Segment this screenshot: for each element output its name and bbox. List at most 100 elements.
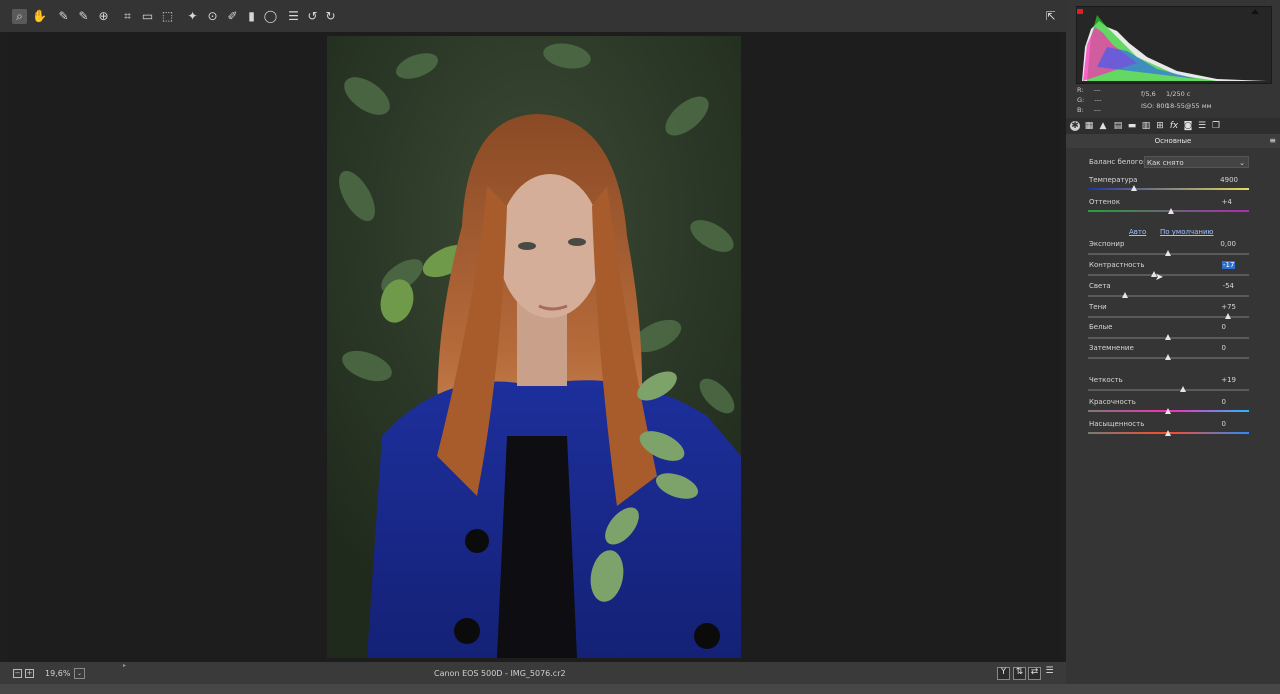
tab-hsl-icon[interactable]: ▤ — [1113, 121, 1123, 131]
tool-bar: ⌕ ✋ ✎ ✎ ⊕ ⌗ ▭ ⬚ ✦ ⊙ ✐ ▮ ◯ ☰ ↺ ↻ ⇱ — [0, 0, 1066, 32]
slider-value-highlights[interactable]: -54 — [1194, 282, 1234, 290]
slider-value-whites[interactable]: 0 — [1186, 323, 1226, 331]
rotate-right-icon[interactable]: ↻ — [323, 9, 338, 24]
white-balance-tool-icon[interactable]: ✎ — [56, 9, 71, 24]
tab-basic-icon[interactable]: ✱ — [1070, 121, 1080, 131]
slider-label-blacks: Затемнение — [1089, 344, 1134, 352]
dialog-footer — [0, 684, 1280, 694]
tab-effects-icon[interactable]: fx — [1169, 121, 1179, 131]
panel-tabs: ✱ ▦ ▲ ▤ ▬ ▥ ⊞ fx ◙ ☰ ❐ — [1066, 118, 1280, 134]
temperature-slider-thumb[interactable] — [1131, 185, 1138, 191]
aperture-readout: f/5,6 — [1141, 90, 1156, 98]
section-title: Основные — [1154, 137, 1192, 145]
slider-value-clarity[interactable]: +19 — [1196, 376, 1236, 384]
shadow-clipping-warning-icon[interactable] — [1077, 9, 1083, 14]
tab-transform-icon[interactable]: ⊞ — [1155, 121, 1165, 131]
portrait-photo — [327, 36, 741, 658]
slider-value-shadows[interactable]: +75 — [1196, 303, 1236, 311]
white-balance-label: Баланс белого: — [1089, 158, 1146, 166]
shutter-readout: 1/250 с — [1166, 90, 1191, 98]
zoom-level[interactable]: 19,6% — [45, 669, 70, 678]
zoom-dropdown-icon[interactable]: ⌄ — [74, 668, 85, 679]
fullscreen-toggle-icon[interactable]: ⇱ — [1043, 9, 1058, 24]
slider-label-tint: Оттенок — [1089, 198, 1121, 206]
exposure-slider-thumb[interactable] — [1165, 250, 1171, 256]
tab-snapshots-icon[interactable]: ❐ — [1211, 121, 1221, 131]
color-sampler-tool-icon[interactable]: ✎ — [76, 9, 91, 24]
red-eye-tool-icon[interactable]: ⊙ — [205, 9, 220, 24]
tab-detail-icon[interactable]: ▲ — [1098, 121, 1108, 131]
rgb-readout-r: R: --- — [1077, 86, 1101, 94]
vibrance-slider-thumb[interactable] — [1165, 408, 1171, 414]
slider-value-saturation[interactable]: 0 — [1186, 420, 1226, 428]
collapse-marker-icon: ▸ — [123, 662, 127, 669]
tab-presets-icon[interactable]: ☰ — [1197, 121, 1207, 131]
compare-view-button[interactable]: Y — [997, 667, 1010, 680]
clarity-slider-track[interactable] — [1088, 389, 1249, 391]
rotate-left-icon[interactable]: ↺ — [305, 9, 320, 24]
highlights-slider-thumb[interactable] — [1121, 292, 1128, 298]
tab-split-toning-icon[interactable]: ▬ — [1127, 121, 1137, 131]
slider-label-shadows: Тени — [1089, 303, 1107, 311]
mouse-cursor-icon: ➤ — [1155, 272, 1164, 283]
whites-slider-thumb[interactable] — [1165, 334, 1171, 340]
temperature-slider-track[interactable] — [1088, 188, 1249, 190]
zoom-tool-icon[interactable]: ⌕ — [12, 9, 27, 24]
rgb-readout-g: G: --- — [1077, 96, 1102, 104]
slider-value-vibrance[interactable]: 0 — [1186, 398, 1226, 406]
zoom-in-button[interactable]: + — [25, 669, 34, 678]
default-link[interactable]: По умолчанию — [1160, 228, 1213, 236]
graduated-filter-tool-icon[interactable]: ▮ — [244, 9, 259, 24]
rgb-readout-b: B: --- — [1077, 106, 1101, 114]
adjustment-brush-tool-icon[interactable]: ✐ — [225, 9, 240, 24]
white-balance-select[interactable]: Как снято ⌄ — [1144, 156, 1249, 168]
radial-filter-tool-icon[interactable]: ◯ — [263, 9, 278, 24]
tab-lens-corrections-icon[interactable]: ▥ — [1141, 121, 1151, 131]
panel-menu-icon[interactable]: ≡ — [1269, 134, 1276, 148]
chevron-down-icon: ⌄ — [1239, 159, 1245, 167]
targeted-adjustment-tool-icon[interactable]: ⊕ — [96, 9, 111, 24]
copy-settings-icon[interactable]: ⇄ — [1028, 667, 1041, 680]
tab-camera-calibration-icon[interactable]: ◙ — [1183, 121, 1193, 131]
blacks-slider-thumb[interactable] — [1165, 354, 1171, 360]
section-header: Основные ≡ — [1066, 134, 1280, 148]
iso-readout: ISO: 800 — [1141, 102, 1169, 110]
straighten-tool-icon[interactable]: ▭ — [140, 9, 155, 24]
shadows-slider-thumb[interactable] — [1225, 313, 1232, 319]
tint-slider-thumb[interactable] — [1168, 208, 1175, 214]
spot-removal-tool-icon[interactable]: ✦ — [185, 9, 200, 24]
slider-value-temperature[interactable]: 4900 — [1198, 176, 1238, 184]
file-info: Canon EOS 500D - IMG_5076.cr2 — [434, 669, 566, 678]
highlights-slider-track[interactable] — [1088, 295, 1249, 297]
zoom-out-button[interactable]: − — [13, 669, 22, 678]
view-settings-icon[interactable]: ☰ — [1044, 667, 1055, 678]
lens-readout: 18-55@55 мм — [1166, 102, 1212, 110]
clarity-slider-thumb[interactable] — [1180, 386, 1187, 392]
tab-tone-curve-icon[interactable]: ▦ — [1084, 121, 1094, 131]
crop-tool-icon[interactable]: ⌗ — [120, 9, 135, 24]
saturation-slider-thumb[interactable] — [1165, 430, 1171, 436]
hand-tool-icon[interactable]: ✋ — [32, 9, 47, 24]
adjustments-panel: R: --- G: --- B: --- f/5,6 1/250 с ISO: … — [1066, 0, 1280, 684]
slider-value-exposure[interactable]: 0,00 — [1196, 240, 1236, 248]
preferences-icon[interactable]: ☰ — [286, 9, 301, 24]
slider-label-clarity: Четкость — [1089, 376, 1123, 384]
highlight-clipping-warning-icon[interactable] — [1251, 9, 1259, 14]
white-balance-value: Как снято — [1147, 159, 1184, 167]
slider-label-contrast: Контрастность — [1089, 261, 1145, 269]
slider-value-blacks[interactable]: 0 — [1186, 344, 1226, 352]
slider-label-whites: Белые — [1089, 323, 1113, 331]
slider-label-temperature: Температура — [1089, 176, 1138, 184]
auto-link[interactable]: Авто — [1129, 228, 1146, 236]
slider-label-saturation: Насыщенность — [1089, 420, 1145, 428]
swap-settings-icon[interactable]: ⇅ — [1013, 667, 1026, 680]
histogram — [1076, 6, 1272, 84]
slider-value-contrast[interactable]: -17 — [1222, 261, 1236, 269]
contrast-slider-track[interactable] — [1088, 274, 1249, 276]
slider-label-highlights: Света — [1089, 282, 1111, 290]
transform-tool-icon[interactable]: ⬚ — [160, 9, 175, 24]
photo-preview[interactable] — [327, 36, 741, 658]
slider-value-tint[interactable]: +4 — [1192, 198, 1232, 206]
slider-label-exposure: Экспонир — [1089, 240, 1125, 248]
slider-label-vibrance: Красочность — [1089, 398, 1136, 406]
